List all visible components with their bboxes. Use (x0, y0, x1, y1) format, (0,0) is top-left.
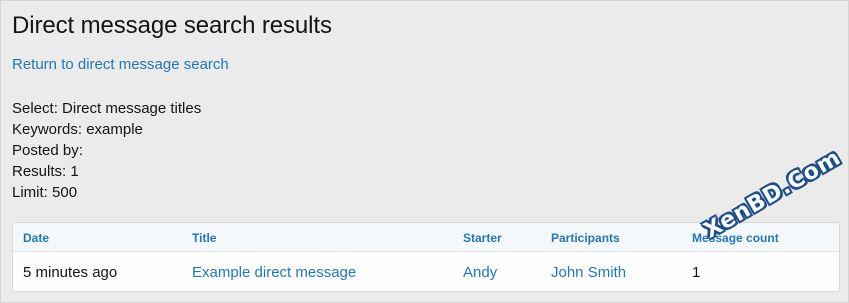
cell-message-count: 1 (692, 264, 701, 281)
cell-title-link[interactable]: Example direct message (192, 264, 356, 281)
search-criteria: Select: Direct message titles Keywords: … (12, 98, 201, 203)
table-header: Date Title Starter Participants Message … (13, 223, 839, 252)
table-row: 5 minutes ago Example direct message And… (13, 252, 839, 291)
criteria-select: Select: Direct message titles (12, 100, 202, 117)
return-to-search-link[interactable]: Return to direct message search (12, 56, 229, 73)
results-table: Date Title Starter Participants Message … (12, 222, 840, 292)
cell-date: 5 minutes ago (23, 264, 118, 281)
column-header-participants[interactable]: Participants (551, 231, 620, 245)
criteria-posted-by: Posted by: (12, 142, 83, 159)
criteria-limit: Limit: 500 (12, 184, 78, 201)
page-title: Direct message search results (12, 12, 332, 39)
criteria-results: Results: 1 (12, 163, 79, 180)
criteria-keywords: Keywords: example (12, 121, 143, 138)
cell-starter-link[interactable]: Andy (463, 264, 497, 281)
column-header-date[interactable]: Date (23, 231, 49, 245)
column-header-title[interactable]: Title (192, 231, 216, 245)
column-header-starter[interactable]: Starter (463, 231, 502, 245)
column-header-message-count[interactable]: Message count (692, 231, 779, 245)
page-frame: Direct message search results Return to … (0, 0, 849, 303)
cell-participants-link[interactable]: John Smith (551, 264, 626, 281)
